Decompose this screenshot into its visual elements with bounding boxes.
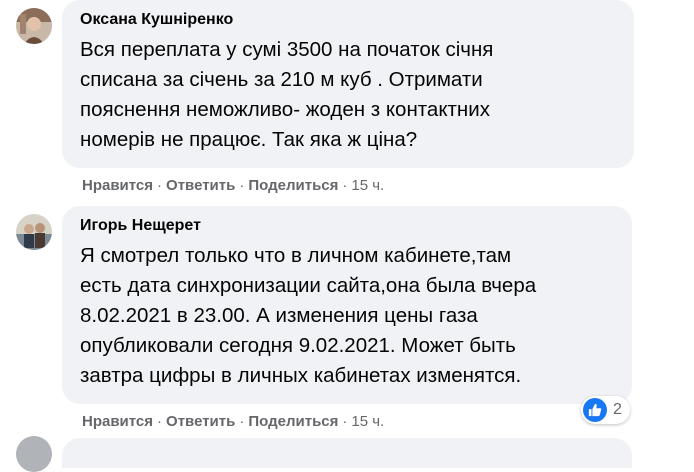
comment-actions: Нравится · Ответить · Поделиться · 15 ч. [82, 177, 384, 195]
comment-bubble [62, 438, 632, 468]
share-link[interactable]: Поделиться [248, 413, 338, 430]
comment-bubble: Оксана Кушніренко Вся переплата у сумі 3… [62, 0, 634, 168]
avatar[interactable] [16, 214, 52, 250]
comment-bubble: Игорь Нещерет Я смотрел только что в лич… [62, 206, 632, 404]
thumbs-up-icon [583, 398, 607, 422]
separator: · [157, 413, 163, 430]
avatar[interactable] [16, 436, 52, 472]
comment-author[interactable]: Игорь Нещерет [80, 216, 618, 236]
separator: · [342, 413, 348, 430]
separator: · [342, 177, 348, 194]
separator: · [157, 177, 163, 194]
like-link[interactable]: Нравится [82, 177, 153, 194]
comment-text: Вся переплата у сумі 3500 на початок січ… [80, 38, 494, 151]
comment-author[interactable]: Оксана Кушніренко [80, 10, 620, 30]
reaction-summary[interactable]: 2 [581, 396, 630, 424]
timestamp[interactable]: 15 ч. [351, 413, 384, 430]
comment-actions: Нравится · Ответить · Поделиться · 15 ч. [82, 413, 384, 431]
like-link[interactable]: Нравится [82, 413, 153, 430]
comment-text: Я смотрел только что в личном кабинете,т… [80, 244, 537, 387]
timestamp[interactable]: 15 ч. [351, 177, 384, 194]
reply-link[interactable]: Ответить [166, 413, 235, 430]
reaction-count: 2 [613, 401, 622, 418]
reply-link[interactable]: Ответить [166, 177, 235, 194]
separator: · [239, 413, 245, 430]
share-link[interactable]: Поделиться [248, 177, 338, 194]
avatar[interactable] [16, 8, 52, 44]
separator: · [239, 177, 245, 194]
